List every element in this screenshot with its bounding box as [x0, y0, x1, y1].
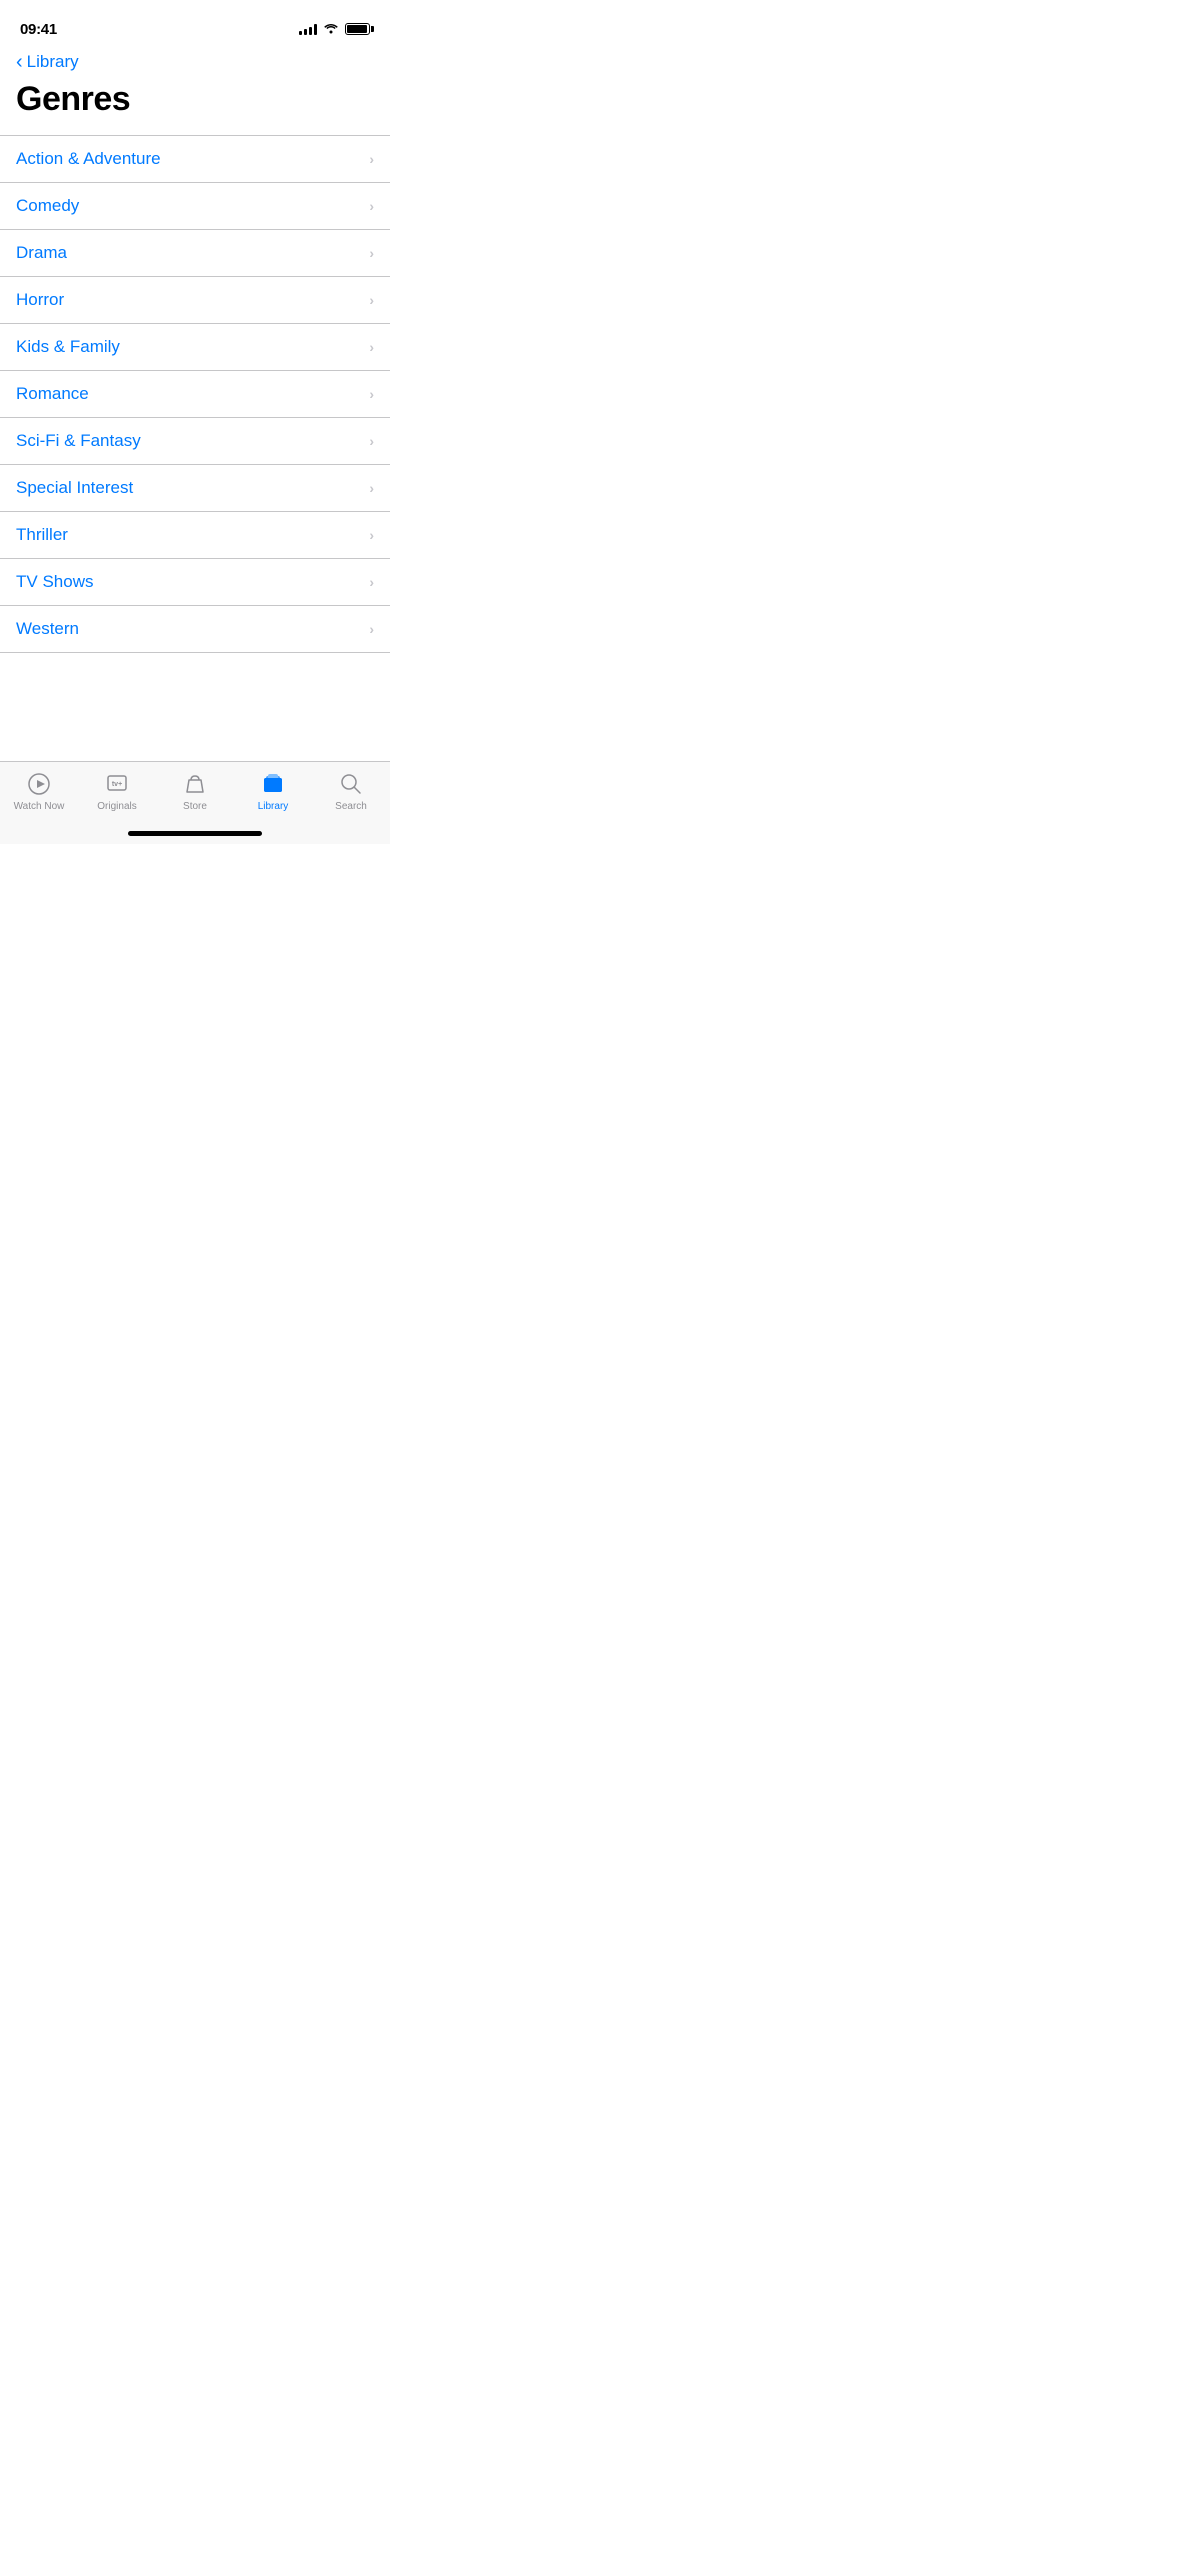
genre-item-sci-fi-fantasy[interactable]: Sci-Fi & Fantasy ›: [0, 418, 390, 465]
svg-text:tv+: tv+: [112, 781, 122, 788]
genre-item-western[interactable]: Western ›: [0, 606, 390, 653]
originals-icon: tv+: [103, 770, 131, 798]
genre-item-comedy[interactable]: Comedy ›: [0, 183, 390, 230]
genre-label-kids-family: Kids & Family: [16, 337, 120, 357]
nav-bar: ‹ Library: [0, 44, 390, 72]
tab-label-originals: Originals: [97, 801, 136, 812]
genre-label-special-interest: Special Interest: [16, 478, 133, 498]
tab-label-search: Search: [335, 801, 367, 812]
status-bar: 09:41: [0, 0, 390, 44]
tab-originals[interactable]: tv+ Originals: [78, 770, 156, 812]
chevron-right-icon: ›: [369, 480, 374, 496]
signal-icon: [299, 23, 317, 35]
genre-label-romance: Romance: [16, 384, 89, 404]
genre-label-western: Western: [16, 619, 79, 639]
chevron-right-icon: ›: [369, 386, 374, 402]
chevron-right-icon: ›: [369, 198, 374, 214]
genre-item-kids-family[interactable]: Kids & Family ›: [0, 324, 390, 371]
chevron-right-icon: ›: [369, 292, 374, 308]
genre-item-thriller[interactable]: Thriller ›: [0, 512, 390, 559]
status-time: 09:41: [20, 21, 57, 38]
genre-item-horror[interactable]: Horror ›: [0, 277, 390, 324]
tab-label-library: Library: [258, 801, 289, 812]
wifi-icon: [323, 20, 339, 38]
genre-list: Action & Adventure › Comedy › Drama › Ho…: [0, 135, 390, 653]
genre-label-action-adventure: Action & Adventure: [16, 149, 161, 169]
genre-item-romance[interactable]: Romance ›: [0, 371, 390, 418]
battery-icon: [345, 23, 370, 35]
genre-label-tv-shows: TV Shows: [16, 572, 93, 592]
tab-store[interactable]: Store: [156, 770, 234, 812]
chevron-right-icon: ›: [369, 339, 374, 355]
chevron-right-icon: ›: [369, 527, 374, 543]
back-chevron-icon: ‹: [16, 52, 23, 72]
genre-label-comedy: Comedy: [16, 196, 79, 216]
page-title: Genres: [16, 80, 374, 119]
back-button[interactable]: ‹ Library: [16, 52, 79, 72]
store-icon: [181, 770, 209, 798]
genre-label-horror: Horror: [16, 290, 64, 310]
home-indicator: [128, 831, 262, 836]
search-icon: [337, 770, 365, 798]
genre-label-sci-fi-fantasy: Sci-Fi & Fantasy: [16, 431, 141, 451]
chevron-right-icon: ›: [369, 151, 374, 167]
watch-now-icon: [25, 770, 53, 798]
genre-item-action-adventure[interactable]: Action & Adventure ›: [0, 135, 390, 183]
chevron-right-icon: ›: [369, 621, 374, 637]
page-title-section: Genres: [0, 72, 390, 135]
genre-item-special-interest[interactable]: Special Interest ›: [0, 465, 390, 512]
chevron-right-icon: ›: [369, 245, 374, 261]
chevron-right-icon: ›: [369, 574, 374, 590]
tab-search[interactable]: Search: [312, 770, 390, 812]
genre-label-thriller: Thriller: [16, 525, 68, 545]
genre-item-tv-shows[interactable]: TV Shows ›: [0, 559, 390, 606]
genre-label-drama: Drama: [16, 243, 67, 263]
genre-item-drama[interactable]: Drama ›: [0, 230, 390, 277]
library-icon: [259, 770, 287, 798]
status-icons: [299, 20, 370, 38]
back-label: Library: [27, 52, 79, 72]
tab-watch-now[interactable]: Watch Now: [0, 770, 78, 812]
tab-label-store: Store: [183, 801, 207, 812]
chevron-right-icon: ›: [369, 433, 374, 449]
tab-label-watch-now: Watch Now: [14, 801, 65, 812]
tab-library[interactable]: Library: [234, 770, 312, 812]
